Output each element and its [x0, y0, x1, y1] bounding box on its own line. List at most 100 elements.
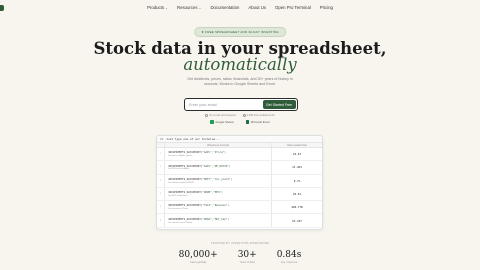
platform-list: Google Sheets Microsoft Excel [0, 120, 480, 124]
signup-form: Get Started Free [184, 98, 298, 111]
table-row[interactable]: 3 =WISESHEETS_DATAPOINT("MSFT","div_yield… [157, 174, 322, 188]
column-header-data: Data Loaded Data [287, 143, 307, 147]
row-number: 5 [157, 201, 165, 214]
chevron-down-icon: ⌄ [165, 5, 168, 10]
stats-row: 80,000+ Users globally 30+ Years of data 0… [0, 250, 480, 264]
nav-label: Open Pro Terminal [275, 5, 311, 10]
cell-value: $96.77B [291, 205, 303, 210]
value-cell[interactable]: $96.77B [272, 201, 322, 213]
formula-cell[interactable]: =WISESHEETS_DATAPOINT("MSFT","div_yield"… [165, 174, 272, 187]
formula-args: "AMZN","EPS") [202, 191, 223, 195]
formula-description: Get P/E ratio of Apple [168, 168, 190, 171]
stat-label: Years of data [239, 261, 255, 264]
row-number: 2 [157, 161, 165, 174]
row-number: 1 [157, 148, 165, 161]
formula-description: Get market cap of Nvidia [168, 221, 193, 224]
check-circle-icon [205, 114, 209, 117]
assurance-item: No credit card required [205, 114, 236, 118]
hero-headline-accent: automatically [183, 55, 297, 74]
table-row[interactable]: 6 =WISESHEETS_DATAPOINT("NVDA","Mkt_Cap")… [157, 214, 322, 228]
fx-icon: fx [160, 137, 164, 141]
formula-args: "AAPL","Price") [202, 151, 226, 155]
assurance-item: 1,000 free credits/month [242, 114, 275, 118]
cell-value: 0.7% [293, 178, 301, 183]
row-number: 4 [157, 187, 165, 201]
value-cell[interactable]: 0.7% [272, 175, 322, 187]
formula-text: =WISESHEETS_DATAPOINT("NVDA","Mkt_Cap") [168, 218, 229, 221]
formula-function: =WISESHEETS_DATAPOINT( [168, 177, 203, 181]
platform-label: Google Sheets [215, 120, 234, 124]
formula-cell[interactable]: =WISESHEETS_DATAPOINT("AAPL","PE_RATIO")… [165, 161, 272, 174]
value-cell[interactable]: $3.43 [272, 148, 322, 160]
value-cell[interactable]: $5.61 [272, 188, 322, 200]
nav-label: Resources [176, 5, 198, 10]
row-number: 3 [157, 174, 165, 187]
formula-function: =WISESHEETS_DATAPOINT( [168, 204, 203, 208]
formula-cell[interactable]: =WISESHEETS_DATAPOINT("NVDA","Mkt_Cap") G… [165, 214, 272, 227]
nav-products[interactable]: Products ⌄ [147, 5, 168, 10]
top-nav: Products ⌄ Resources ⌄ Documentation About… [0, 5, 480, 10]
formula-cell[interactable]: =WISESHEETS_DATAPOINT("AAPL","Price") Get… [165, 148, 272, 161]
nav-pricing[interactable]: Pricing [320, 5, 333, 10]
row-number: 6 [157, 214, 165, 227]
email-input[interactable] [189, 102, 263, 107]
stat-label: Avg. response [280, 261, 298, 264]
table-row[interactable]: 1 =WISESHEETS_DATAPOINT("AAPL","Price") Ge… [157, 148, 322, 162]
stat-speed: 0.84s Avg. response [277, 250, 302, 264]
google-sheets-icon [210, 120, 214, 124]
nav-documentation[interactable]: Documentation [210, 5, 239, 10]
value-cell[interactable]: 31.401 [272, 161, 322, 173]
formula-text: =WISESHEETS_DATAPOINT("AMZN","EPS") [168, 191, 223, 194]
stat-number: 30+ [237, 250, 257, 260]
stat-number: 0.84s [276, 250, 302, 260]
formula-hint: Just type one of our formulas... [166, 137, 221, 141]
hero-badge: ★ FREE SPREADSHEET AND 30-DAY INVESTING [194, 27, 286, 37]
formula-text: =WISESHEETS_DATAPOINT("MSFT","div_yield"… [168, 178, 232, 181]
formula-description: Get dividend yield of MSFT [168, 181, 195, 184]
stat-number: 80,000+ [178, 250, 218, 260]
sheet-rows: 1 =WISESHEETS_DATAPOINT("AAPL","Price") Ge… [157, 148, 322, 228]
formula-description: Get price of Apple (price) [168, 155, 193, 158]
formula-bar: fx Just type one of our formulas... [157, 136, 322, 143]
platform-label: Microsoft Excel [250, 120, 270, 124]
stat-label: Users globally [190, 261, 207, 264]
formula-args: "MSFT","div_yield") [202, 177, 233, 181]
platform-google-sheets[interactable]: Google Sheets [210, 120, 234, 124]
table-row[interactable]: 2 =WISESHEETS_DATAPOINT("AAPL","PE_RATIO"… [157, 161, 322, 175]
assurance-label: No credit card required [209, 114, 236, 118]
hero-subtext: Get dividends, prices, ratios, financial… [187, 77, 293, 86]
column-header-formula: Wisesheets Formula [165, 143, 272, 147]
cell-value: 31.401 [292, 165, 302, 170]
assurance-label: 1,000 free credits/month [246, 114, 275, 118]
corner-cell [157, 143, 165, 147]
nav-about[interactable]: About Us [248, 5, 266, 10]
formula-cell[interactable]: =WISESHEETS_DATAPOINT("TSLA","Revenue") G… [165, 201, 272, 214]
formula-text: =WISESHEETS_DATAPOINT("AAPL","Price") [168, 151, 226, 154]
platform-excel[interactable]: Microsoft Excel [245, 120, 270, 124]
signup-assurances: No credit card required 1,000 free credi… [0, 114, 480, 117]
stat-users: 80,000+ Users globally [179, 250, 218, 264]
nav-label: About Us [248, 5, 267, 10]
formula-text: =WISESHEETS_DATAPOINT("TSLA","Revenue") [168, 204, 229, 207]
nav-label: Pricing [319, 5, 333, 10]
table-row[interactable]: 5 =WISESHEETS_DATAPOINT("TSLA","Revenue")… [157, 201, 322, 215]
formula-description: Get revenue of Tesla [168, 208, 189, 211]
formula-function: =WISESHEETS_DATAPOINT( [168, 217, 203, 221]
formula-args: "AAPL","PE_RATIO") [202, 164, 231, 168]
cell-value: $3.32T [292, 218, 302, 223]
get-started-button[interactable]: Get Started Free [262, 99, 296, 110]
cell-value: $5.61 [292, 192, 302, 197]
formula-args: "NVDA","Mkt_Cap") [202, 217, 229, 221]
formula-args: "TSLA","Revenue") [202, 204, 229, 208]
formula-function: =WISESHEETS_DATAPOINT( [168, 191, 203, 195]
chevron-down-icon: ⌄ [198, 5, 202, 10]
formula-cell[interactable]: =WISESHEETS_DATAPOINT("AMZN","EPS") Get E… [165, 187, 272, 201]
nav-label: Products [147, 5, 165, 10]
cell-value: $3.43 [292, 152, 302, 157]
table-row[interactable]: 4 =WISESHEETS_DATAPOINT("AMZN","EPS") Get … [157, 187, 322, 202]
nav-resources[interactable]: Resources ⌄ [177, 5, 201, 10]
trusted-label: TRUSTED BY INVESTORS WORLDWIDE [210, 242, 270, 245]
nav-pro-terminal[interactable]: Open Pro Terminal [275, 5, 311, 10]
value-cell[interactable]: $3.32T [272, 214, 322, 226]
stat-years: 30+ Years of data [238, 250, 257, 264]
